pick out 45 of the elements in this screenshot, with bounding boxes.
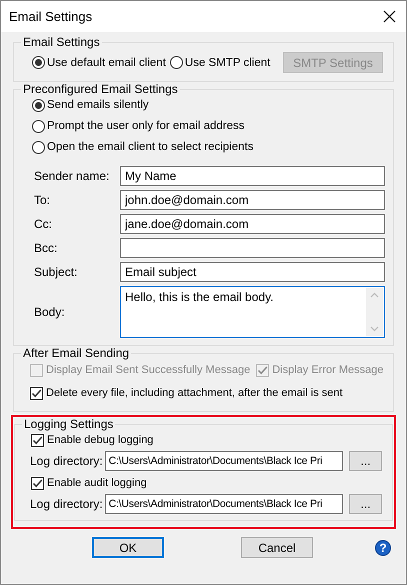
help-button[interactable]: ?	[375, 540, 391, 556]
radio-label: Use default email client	[47, 56, 166, 70]
text-field[interactable]: jane.doe@domain.com	[120, 214, 385, 234]
radio-label: Send emails silently	[47, 98, 149, 112]
group-title: Preconfigured Email Settings	[22, 82, 179, 96]
checkbox-label: Enable debug logging	[47, 433, 154, 447]
field-label: Cc:	[34, 217, 53, 231]
directory-field[interactable]: C:\Users\Administrator\Documents\Black Ice Pri	[104, 494, 344, 514]
radio-button[interactable]	[32, 98, 45, 112]
group-title: Logging Settings	[23, 417, 114, 431]
checkbox-label: Display Error Message	[272, 363, 384, 377]
text-field[interactable]	[120, 238, 385, 258]
cancel-button[interactable]: Cancel	[241, 537, 313, 558]
directory-field[interactable]: C:\Users\Administrator\Documents\Black Ice Pri	[104, 451, 344, 471]
window-title: Email Settings	[9, 10, 92, 24]
checkbox-label: Enable audit logging	[47, 476, 147, 490]
radio-button[interactable]	[170, 56, 183, 69]
text-field[interactable]: Email subject	[120, 262, 385, 282]
group-title: Email Settings	[22, 35, 101, 49]
text-field[interactable]: My Name	[120, 166, 385, 186]
close-icon[interactable]	[383, 10, 396, 23]
checkbox[interactable]	[31, 434, 44, 446]
checkbox[interactable]	[30, 386, 43, 400]
field-label: To:	[34, 193, 52, 207]
radio-button[interactable]	[32, 56, 45, 69]
checkbox-label: Display Email Sent Successfully Message	[46, 363, 250, 377]
field-label: Body:	[34, 305, 66, 319]
radio-label: Use SMTP client	[184, 56, 270, 70]
checkbox[interactable]	[31, 476, 44, 490]
browse-button[interactable]: ...	[349, 494, 382, 514]
field-label: Log directory:	[30, 454, 104, 468]
field-label: Bcc:	[34, 241, 58, 255]
ok-button[interactable]: OK	[92, 537, 164, 558]
field-label: Sender name:	[34, 169, 110, 183]
checkbox-label: Delete every file, including attachment, after the email is sent	[46, 386, 343, 400]
field-label: Log directory:	[30, 497, 104, 511]
browse-button[interactable]: ...	[349, 451, 382, 471]
radio-label: Prompt the user only for email address	[47, 119, 245, 133]
body-field[interactable]: Hello, this is the email body.	[120, 286, 385, 338]
group-title: After Email Sending	[22, 346, 130, 360]
field-label: Subject:	[34, 265, 78, 279]
radio-label: Open the email client to select recipients	[47, 140, 254, 154]
radio-button[interactable]	[32, 140, 45, 154]
text-field[interactable]: john.doe@domain.com	[120, 190, 385, 210]
radio-button[interactable]	[32, 120, 45, 132]
